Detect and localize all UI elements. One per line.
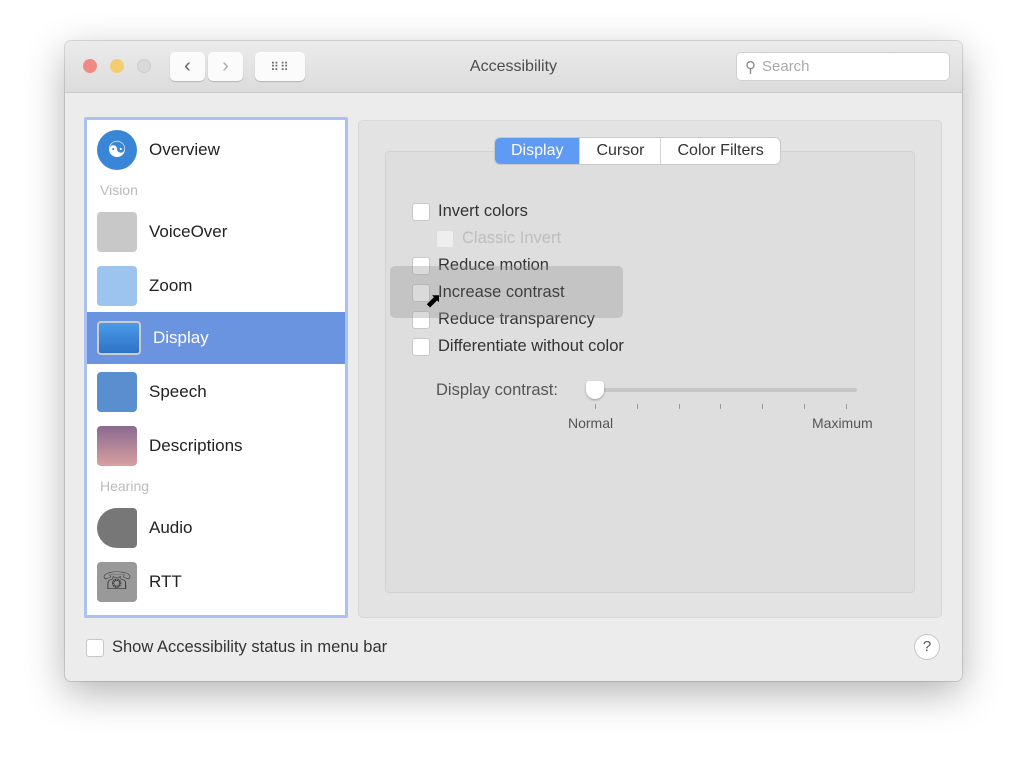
sidebar-item-label: Descriptions	[149, 436, 243, 455]
tab-bar: Display Cursor Color Filters	[495, 138, 780, 164]
differentiate-without-color-checkbox[interactable]: Differentiate without color	[412, 337, 624, 356]
cursor-arrow-icon: ⬈	[425, 290, 442, 312]
sidebar-item-overview[interactable]: ☯ Overview	[87, 124, 345, 176]
display-panel: Invert colors Classic Invert Reduce moti…	[358, 120, 942, 618]
slider-tick	[595, 404, 596, 409]
show-status-checkbox[interactable]: Show Accessibility status in menu bar	[86, 638, 387, 657]
sidebar-item-descriptions[interactable]: Descriptions	[87, 420, 345, 472]
display-contrast-label: Display contrast:	[436, 381, 558, 399]
help-button[interactable]: ?	[914, 634, 940, 660]
descriptions-icon	[97, 426, 137, 466]
sidebar-item-zoom[interactable]: Zoom	[87, 260, 345, 312]
display-contrast-slider[interactable]	[595, 388, 857, 392]
tab-content: Invert colors Classic Invert Reduce moti…	[385, 151, 915, 593]
voiceover-icon	[97, 212, 137, 252]
speaker-icon	[97, 508, 137, 548]
invert-colors-checkbox[interactable]: Invert colors	[412, 202, 528, 221]
tab-cursor[interactable]: Cursor	[579, 138, 660, 164]
section-hearing: Hearing	[100, 478, 150, 494]
sidebar-item-audio[interactable]: Audio	[87, 502, 345, 554]
slider-tick	[845, 404, 847, 409]
accessibility-icon: ☯	[97, 130, 137, 170]
search-input[interactable]: ⚲ Search	[736, 52, 950, 81]
slider-max-label: Maximum	[812, 415, 873, 431]
section-vision: Vision	[100, 182, 138, 198]
slider-min-label: Normal	[568, 415, 614, 431]
slider-tick	[678, 404, 680, 409]
display-icon	[97, 321, 141, 355]
tab-color-filters[interactable]: Color Filters	[660, 138, 779, 164]
slider-tick	[762, 404, 764, 409]
slider-tick	[804, 404, 805, 409]
slider-tick	[720, 404, 722, 409]
checkbox[interactable]	[86, 638, 104, 657]
category-list[interactable]: ☯ Overview Vision VoiceOver Zoom Display …	[84, 117, 348, 618]
checkbox-label: Invert colors	[438, 202, 528, 220]
sidebar-item-label: Display	[153, 328, 209, 347]
tab-display[interactable]: Display	[495, 138, 580, 164]
sidebar-item-voiceover[interactable]: VoiceOver	[87, 206, 345, 258]
preferences-window: ‹ › ⠿⠿ Accessibility ⚲ Search ☯ Overview V…	[65, 41, 962, 681]
sidebar-item-label: Audio	[149, 518, 193, 537]
sidebar-item-label: VoiceOver	[149, 222, 228, 241]
zoom-icon	[97, 266, 137, 306]
checkbox[interactable]	[412, 202, 430, 221]
sidebar-item-label: Speech	[149, 382, 207, 401]
checkbox-label: Classic Invert	[462, 229, 562, 247]
checkbox	[436, 229, 454, 248]
sidebar-item-display[interactable]: Display	[87, 312, 345, 364]
search-placeholder: Search	[762, 58, 810, 75]
speech-icon	[97, 372, 137, 412]
slider-thumb[interactable]	[586, 381, 604, 399]
title-bar: ‹ › ⠿⠿ Accessibility ⚲ Search	[65, 41, 962, 93]
sidebar-item-rtt[interactable]: ☏ RTT	[87, 556, 345, 608]
classic-invert-checkbox: Classic Invert	[436, 229, 561, 248]
sidebar-item-label: Overview	[149, 140, 220, 159]
checkbox-label: Differentiate without color	[438, 337, 624, 355]
sidebar-item-label: Zoom	[149, 276, 193, 295]
sidebar-item-label: RTT	[149, 572, 182, 591]
search-icon: ⚲	[745, 58, 756, 76]
checkbox-label: Show Accessibility status in menu bar	[112, 638, 388, 656]
slider-tick	[636, 404, 638, 409]
telephone-icon: ☏	[97, 562, 137, 602]
checkbox[interactable]	[412, 337, 430, 356]
sidebar-item-speech[interactable]: Speech	[87, 366, 345, 418]
